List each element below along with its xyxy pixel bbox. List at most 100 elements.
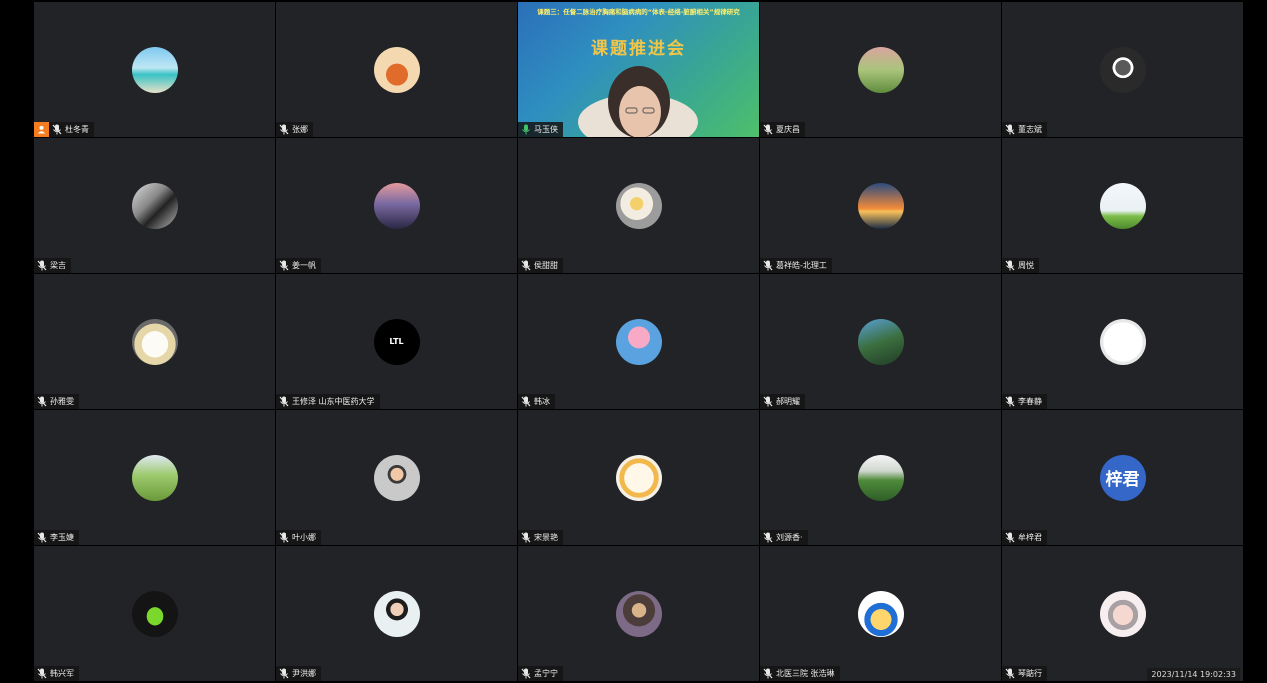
participant-name: 孟宁宁	[534, 669, 558, 678]
participant-name: 刘源香·	[776, 533, 803, 542]
participant-tile[interactable]: 郝明耀	[760, 274, 1001, 409]
participant-avatar	[857, 590, 904, 637]
participant-avatar	[373, 46, 420, 93]
participant-avatar	[615, 318, 662, 365]
participant-tile[interactable]: 琴踮行	[1002, 546, 1243, 681]
participant-name: 张娜	[292, 125, 308, 134]
mic-muted-icon	[763, 668, 773, 679]
participant-avatar	[131, 182, 178, 229]
participant-tile[interactable]: 孟宁宁	[518, 546, 759, 681]
participant-tile[interactable]: 李玉婕	[34, 410, 275, 545]
avatar-text: 梓君	[1105, 470, 1140, 490]
participant-nametag: 北医三院 张浩琳	[760, 666, 840, 681]
participant-nametag: 李玉婕	[34, 530, 79, 545]
mic-muted-icon	[1005, 396, 1015, 407]
mic-muted-icon	[279, 124, 289, 135]
mic-muted-icon	[279, 668, 289, 679]
mic-muted-icon	[1005, 668, 1015, 679]
participant-nametag: 董志斌	[1002, 122, 1047, 137]
participant-nametag: 牟梓君	[1002, 530, 1047, 545]
participant-avatar	[373, 590, 420, 637]
participant-nametag: 宋景艳	[518, 530, 563, 545]
participant-nametag: 尹洪娜	[276, 666, 321, 681]
participant-nametag: 孟宁宁	[518, 666, 563, 681]
participant-name: 葛祥皓-北理工	[776, 261, 827, 270]
participant-avatar	[131, 454, 178, 501]
participant-name: 李玉婕	[50, 533, 74, 542]
participant-nametag: 叶小娜	[276, 530, 321, 545]
participant-name: 姜一帆	[292, 261, 316, 270]
participant-avatar	[857, 318, 904, 365]
shared-video-feed: 课题三：任督二脉治疗胸痛和脑病病的“体表-经络-脏腑相关”规律研究 课题推进会	[518, 2, 759, 137]
participant-tile[interactable]: 侯甜甜	[518, 138, 759, 273]
participant-name: 周悦	[1018, 261, 1034, 270]
participant-name: 孙雅雯	[50, 397, 74, 406]
participant-tile[interactable]: 宋景艳	[518, 410, 759, 545]
participant-nametag: 王修泽 山东中医药大学	[276, 394, 380, 409]
mic-muted-icon	[37, 260, 47, 271]
participant-tile[interactable]: 孙雅雯	[34, 274, 275, 409]
participant-nametag: 郝明耀	[760, 394, 805, 409]
participant-name: 郝明耀	[776, 397, 800, 406]
mic-muted-icon	[279, 396, 289, 407]
mic-muted-icon	[1005, 532, 1015, 543]
participant-name: 琴踮行	[1018, 669, 1042, 678]
mic-muted-icon	[763, 260, 773, 271]
participant-tile[interactable]: 尹洪娜	[276, 546, 517, 681]
participant-tile[interactable]: 周悦	[1002, 138, 1243, 273]
participant-avatar	[615, 182, 662, 229]
participant-tile[interactable]: 董志斌	[1002, 2, 1243, 137]
participant-nametag: 夏庆昌	[760, 122, 805, 137]
participant-nametag: 梁吉	[34, 258, 71, 273]
participant-nametag: 韩冰	[518, 394, 555, 409]
participant-name: 宋景艳	[534, 533, 558, 542]
participant-avatar	[131, 318, 178, 365]
mic-muted-icon	[763, 124, 773, 135]
mic-muted-icon	[279, 260, 289, 271]
participant-nametag: 李春静	[1002, 394, 1047, 409]
participant-nametag: 姜一帆	[276, 258, 321, 273]
participant-tile[interactable]: 李春静	[1002, 274, 1243, 409]
participant-tile[interactable]: 刘源香·	[760, 410, 1001, 545]
participant-nametag: 刘源香·	[760, 530, 808, 545]
participant-tile[interactable]: 韩冰	[518, 274, 759, 409]
participant-tile[interactable]: 梓君牟梓君	[1002, 410, 1243, 545]
participant-avatar	[373, 182, 420, 229]
participant-avatar	[615, 454, 662, 501]
participant-avatar	[1099, 182, 1146, 229]
participant-name: 北医三院 张浩琳	[776, 669, 835, 678]
participant-tile[interactable]: LTL 王修泽 山东中医药大学	[276, 274, 517, 409]
participant-tile[interactable]: 韩兴军	[34, 546, 275, 681]
mic-muted-icon	[1005, 260, 1015, 271]
participant-tile[interactable]: 杜冬青	[34, 2, 275, 137]
mic-muted-icon	[521, 532, 531, 543]
participant-tile[interactable]: 张娜	[276, 2, 517, 137]
avatar-text: LTL	[389, 337, 404, 346]
participant-grid: 杜冬青 张娜 课题三：任督二脉治疗胸痛和脑病病的“体表-经络-脏腑相关”规律研究 课题…	[34, 2, 1244, 683]
participant-name: 叶小娜	[292, 533, 316, 542]
participant-tile[interactable]: 姜一帆	[276, 138, 517, 273]
participant-nametag: 马玉侠	[518, 122, 563, 137]
participant-tile[interactable]: 夏庆昌	[760, 2, 1001, 137]
mic-muted-icon	[521, 396, 531, 407]
meeting-timestamp: 2023/11/14 19:02:33	[1147, 668, 1240, 681]
participant-tile[interactable]: 叶小娜	[276, 410, 517, 545]
mic-muted-icon	[521, 668, 531, 679]
participant-tile[interactable]: 课题三：任督二脉治疗胸痛和脑病病的“体表-经络-脏腑相关”规律研究 课题推进会 马玉…	[518, 2, 759, 137]
participant-avatar	[1099, 318, 1146, 365]
participant-tile[interactable]: 葛祥皓-北理工	[760, 138, 1001, 273]
participant-name: 尹洪娜	[292, 669, 316, 678]
participant-name: 侯甜甜	[534, 261, 558, 270]
mic-muted-icon	[763, 396, 773, 407]
mic-muted-icon	[1005, 124, 1015, 135]
participant-name: 李春静	[1018, 397, 1042, 406]
participant-avatar	[131, 46, 178, 93]
participant-avatar: 梓君	[1099, 454, 1146, 501]
participant-avatar	[1099, 46, 1146, 93]
participant-tile[interactable]: 北医三院 张浩琳	[760, 546, 1001, 681]
participant-nametag: 杜冬青	[49, 122, 94, 137]
participant-avatar	[373, 454, 420, 501]
participant-avatar	[131, 590, 178, 637]
participant-tile[interactable]: 梁吉	[34, 138, 275, 273]
participant-nametag: 葛祥皓-北理工	[760, 258, 832, 273]
